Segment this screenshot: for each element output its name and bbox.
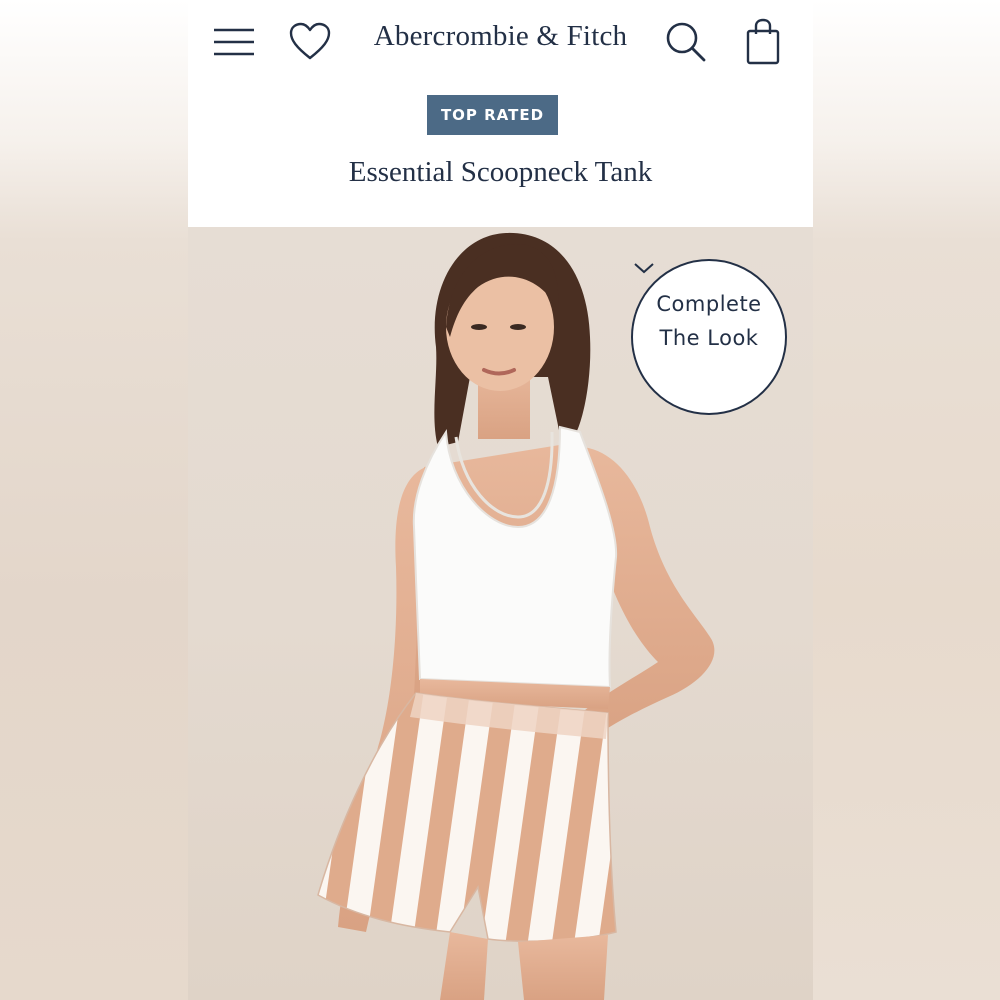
hamburger-menu-icon[interactable] [212, 26, 256, 58]
search-icon[interactable] [664, 20, 708, 64]
chevron-down-icon [634, 263, 654, 274]
top-rated-badge: TOP RATED [427, 95, 558, 135]
complete-the-look-line1: Complete [656, 292, 762, 316]
brand-logo[interactable]: Abercrombie & Fitch [348, 20, 653, 53]
complete-the-look-line2: The Look [659, 326, 759, 350]
app-screen: Abercrombie & Fitch TOP RATED Essential … [188, 0, 813, 1000]
background-blur-right [813, 0, 1000, 1000]
shopping-bag-icon[interactable] [744, 18, 784, 66]
product-title: Essential Scoopneck Tank [348, 156, 653, 188]
product-photo[interactable]: Complete The Look [188, 227, 813, 1000]
heart-icon[interactable] [288, 22, 332, 62]
top-navigation-bar: Abercrombie & Fitch [188, 0, 813, 86]
background-blur-left [0, 0, 188, 1000]
complete-the-look-button[interactable]: Complete The Look [631, 259, 787, 415]
